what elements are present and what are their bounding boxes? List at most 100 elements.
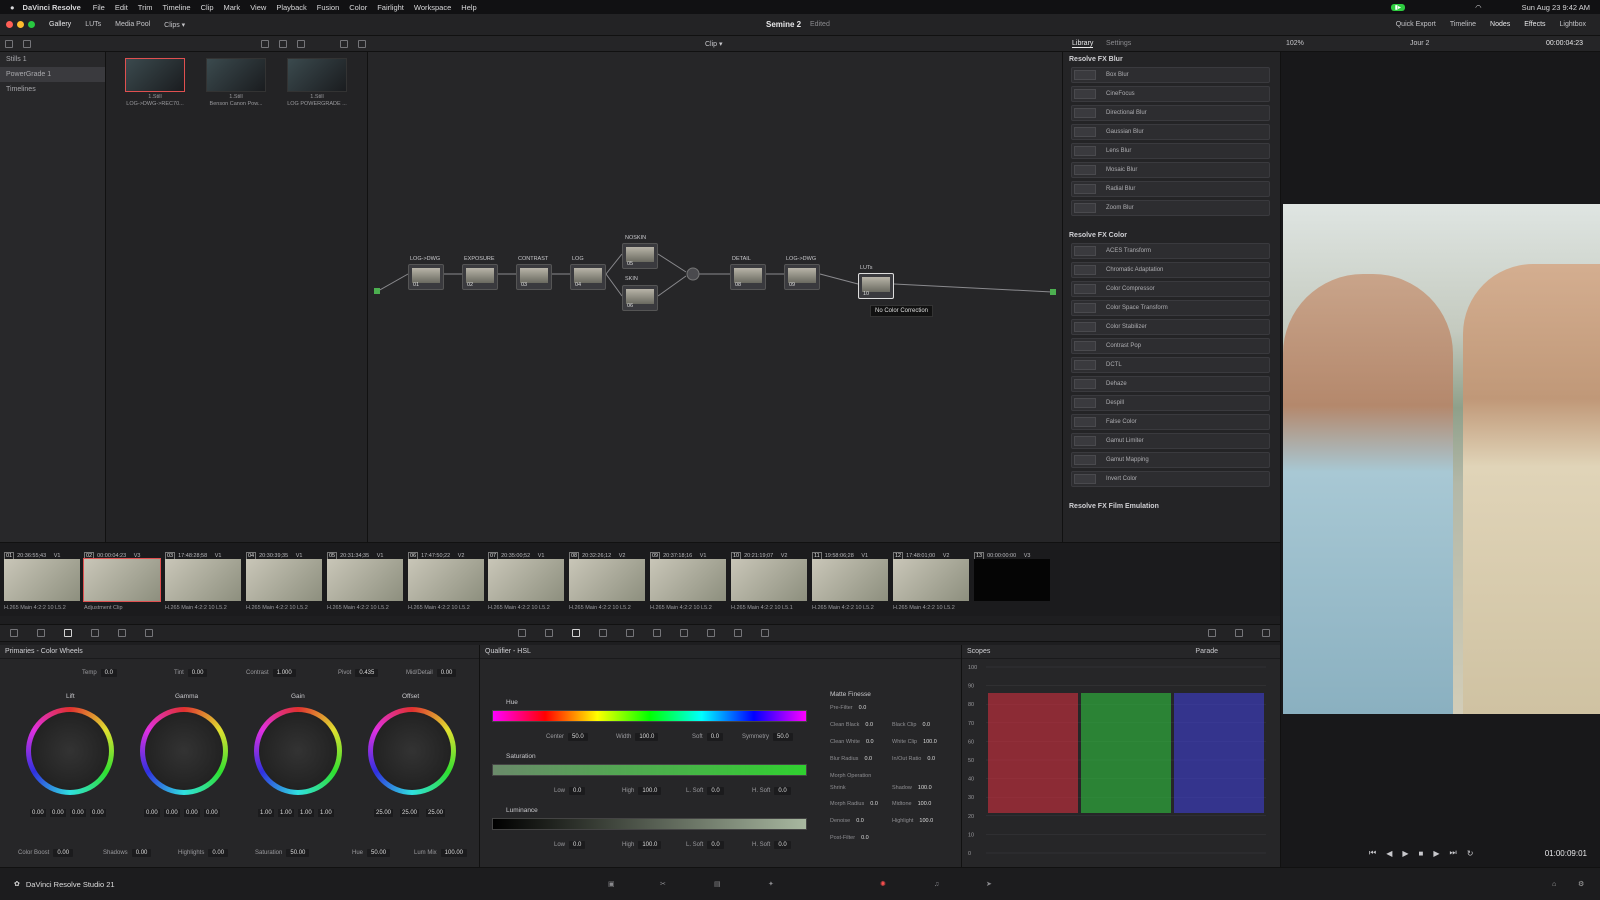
node-output[interactable]	[1050, 289, 1056, 295]
fx-gamut-mapping[interactable]: Gamut Mapping	[1071, 452, 1270, 468]
lum-high-value[interactable]: 100.0	[638, 841, 662, 849]
hue-bar[interactable]	[492, 710, 807, 722]
center-value[interactable]: 50.0	[568, 733, 588, 741]
sat-low-value[interactable]: 0.0	[569, 787, 586, 795]
fx-zoom-blur[interactable]: Zoom Blur	[1071, 200, 1270, 216]
home-icon[interactable]: ⌂	[1552, 881, 1556, 888]
soft-param[interactable]: Soft 0.0	[692, 733, 724, 741]
matte-param-value[interactable]: 0.0	[927, 756, 935, 762]
timeline-clip[interactable]	[246, 559, 322, 603]
lightbox-icon[interactable]	[1208, 629, 1216, 637]
offset-wheel[interactable]	[368, 707, 456, 795]
skip-end-icon[interactable]: ⏭	[1450, 848, 1457, 858]
fx-cinefocus[interactable]: CineFocus	[1071, 86, 1270, 102]
middetail-param[interactable]: Mid/Detail 0.00	[406, 669, 457, 677]
lift-r[interactable]: 0.00	[50, 809, 66, 817]
node-detail[interactable]: 08	[730, 264, 766, 290]
fx-gamut-limiter[interactable]: Gamut Limiter	[1071, 433, 1270, 449]
sat-high-param[interactable]: High 100.0	[622, 787, 662, 795]
sat-high-value[interactable]: 100.0	[638, 787, 662, 795]
gallery-still[interactable]: 1.Still LOG POWERGRADE ...	[287, 58, 347, 107]
motion-effects-icon[interactable]	[145, 629, 153, 637]
matte-param-value[interactable]: 0.0	[859, 705, 867, 711]
fx-invert-color[interactable]: Invert Color	[1071, 471, 1270, 487]
sat-lsoft-value[interactable]: 0.0	[707, 787, 724, 795]
node-skin[interactable]: 06	[622, 285, 658, 311]
key-icon[interactable]	[707, 629, 715, 637]
timeline-clip[interactable]	[893, 559, 969, 603]
search-icon[interactable]	[297, 39, 305, 48]
luts-button[interactable]: LUTs	[85, 21, 101, 28]
timeline-clip[interactable]	[812, 559, 888, 603]
matte-param[interactable]: Morph Radius 0.0	[830, 801, 878, 807]
fx-box-blur[interactable]: Box Blur	[1071, 67, 1270, 83]
curves-icon[interactable]	[518, 629, 526, 637]
node-log-dwg-2[interactable]: 09	[784, 264, 820, 290]
section-fx-film-emulation[interactable]: Resolve FX Film Emulation	[1063, 499, 1280, 514]
app-menu[interactable]: DaVinci Resolve	[23, 3, 81, 12]
fx-contrast-pop[interactable]: Contrast Pop	[1071, 338, 1270, 354]
clip-mode-dropdown[interactable]: Clip ▾	[705, 40, 723, 48]
menu-view[interactable]: View	[250, 3, 266, 12]
highlights-param[interactable]: Highlights 0.00	[178, 849, 229, 857]
matte-param[interactable]: Highlight 100.0	[892, 818, 933, 824]
step-forward-icon[interactable]: ▶	[1433, 849, 1439, 858]
clock[interactable]: Sun Aug 23 9:42 AM	[1522, 3, 1590, 12]
fx-aces-transform[interactable]: ACES Transform	[1071, 243, 1270, 259]
gamma-y[interactable]: 0.00	[144, 809, 160, 817]
page-deliver-icon[interactable]: ➤	[986, 880, 992, 888]
width-param[interactable]: Width 100.0	[616, 733, 659, 741]
window-icon[interactable]	[599, 629, 607, 637]
page-fairlight-icon[interactable]: ♫	[934, 881, 939, 888]
node-noskin[interactable]: 05	[622, 243, 658, 269]
hue-param[interactable]: Hue 50.00	[352, 849, 391, 857]
node-exposure[interactable]: 02	[462, 264, 498, 290]
page-cut-icon[interactable]: ✂	[660, 880, 666, 888]
matte-param[interactable]: In/Out Ratio 0.0	[892, 756, 935, 762]
gamma-g[interactable]: 0.00	[184, 809, 200, 817]
contrast-param[interactable]: Contrast 1.000	[246, 669, 296, 677]
matte-param-value[interactable]: 0.0	[870, 801, 878, 807]
fx-mosaic-blur[interactable]: Mosaic Blur	[1071, 162, 1270, 178]
matte-param-value[interactable]: 100.0	[923, 739, 937, 745]
album-powergrade[interactable]: PowerGrade 1	[0, 67, 105, 82]
menu-edit[interactable]: Edit	[115, 3, 128, 12]
minimize-window-button[interactable]	[17, 21, 24, 28]
zoom-dropdown[interactable]: 102%	[1286, 40, 1304, 47]
lift-y[interactable]: 0.00	[30, 809, 46, 817]
sat-hsoft-value[interactable]: 0.0	[774, 787, 791, 795]
wifi-icon[interactable]: ◠	[1475, 3, 1482, 12]
lummix-value[interactable]: 100.00	[440, 849, 468, 857]
section-fx-blur[interactable]: Resolve FX Blur	[1063, 52, 1280, 67]
scope-mode-dropdown[interactable]: Parade	[1195, 648, 1218, 655]
timeline-clip[interactable]	[408, 559, 484, 603]
timeline-button[interactable]: Timeline	[1450, 21, 1476, 28]
node-luts[interactable]: 10	[858, 273, 894, 299]
contrast-value[interactable]: 1.000	[272, 669, 296, 677]
pivot-param[interactable]: Pivot 0.435	[338, 669, 379, 677]
color-wheels-icon[interactable]	[64, 629, 72, 637]
page-media-icon[interactable]: ▣	[608, 880, 615, 888]
fx-dehaze[interactable]: Dehaze	[1071, 376, 1270, 392]
mixer-node[interactable]	[686, 267, 700, 281]
gamma-b[interactable]: 0.00	[204, 809, 220, 817]
saturation-bar[interactable]	[492, 764, 807, 776]
menu-color[interactable]: Color	[349, 3, 367, 12]
fx-lens-blur[interactable]: Lens Blur	[1071, 143, 1270, 159]
timeline-clip[interactable]	[650, 559, 726, 603]
gallery-still[interactable]: 1.Still LOG->DWG->REC70...	[125, 58, 185, 107]
tint-value[interactable]: 0.00	[187, 669, 208, 677]
nodes-button[interactable]: Nodes	[1490, 21, 1510, 28]
saturation-param[interactable]: Saturation 50.00	[255, 849, 310, 857]
soft-value[interactable]: 0.0	[706, 733, 724, 741]
rgb-mixer-icon[interactable]	[118, 629, 126, 637]
menu-playback[interactable]: Playback	[276, 3, 306, 12]
media-pool-button[interactable]: Media Pool	[115, 21, 150, 28]
album-stills[interactable]: Stills 1	[0, 52, 105, 67]
node-log-dwg[interactable]: 01	[408, 264, 444, 290]
lum-hsoft-param[interactable]: H. Soft 0.0	[752, 841, 791, 849]
matte-param[interactable]: Shrink	[830, 785, 852, 791]
section-fx-color[interactable]: Resolve FX Color	[1063, 228, 1280, 243]
facetime-icon[interactable]: ▮▸	[1390, 3, 1406, 11]
timeline-dropdown[interactable]: Jour 2	[1410, 40, 1429, 47]
